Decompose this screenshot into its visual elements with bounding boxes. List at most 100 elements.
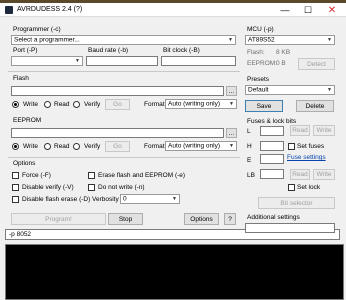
mcu-eeprom-label: EEPROM: <box>247 60 277 67</box>
eeprom-go-button[interactable]: Go <box>105 141 130 152</box>
eeprom-read-label: Read <box>54 143 70 150</box>
window-title: AVRDUDESS 2.4 (?) <box>17 6 83 13</box>
flash-browse-button[interactable]: ... <box>226 86 237 96</box>
flash-format-select[interactable]: Auto (writing only) ▼ <box>165 99 237 109</box>
set-fuses-label: Set fuses <box>297 143 325 150</box>
eeprom-browse-button[interactable]: ... <box>226 128 237 138</box>
flash-label: Flash <box>13 75 29 82</box>
port-select[interactable]: ▼ <box>11 56 83 66</box>
fuses-read-button[interactable]: Read <box>290 125 310 136</box>
chevron-down-icon: ▼ <box>327 37 332 43</box>
minimize-icon[interactable]: — <box>276 3 294 17</box>
lock-write-button[interactable]: Write <box>313 169 335 180</box>
eeprom-format-value: Auto (writing only) <box>168 142 221 150</box>
lock-bits-input[interactable] <box>260 169 284 179</box>
disable-flash-erase-label: Disable flash erase (-D) <box>22 196 91 203</box>
output-console[interactable] <box>5 244 344 300</box>
eeprom-verify-radio[interactable] <box>73 143 80 150</box>
chevron-down-icon: ▼ <box>229 143 234 149</box>
set-fuses-checkbox[interactable] <box>288 143 295 150</box>
do-not-write-label: Do not write (-n) <box>98 184 145 191</box>
maximize-icon[interactable]: ☐ <box>299 3 317 17</box>
flash-file-input[interactable] <box>11 86 224 96</box>
presets-label: Presets <box>247 76 270 83</box>
additional-settings-input[interactable] <box>245 223 335 233</box>
eeprom-label: EEPROM <box>13 117 42 124</box>
fuse-e-label: E <box>247 157 252 164</box>
flash-write-radio[interactable] <box>12 101 19 108</box>
baud-rate-label: Baud rate (-b) <box>88 47 129 54</box>
bit-clock-input[interactable] <box>161 56 236 66</box>
additional-settings-label: Additional settings <box>247 214 300 221</box>
options-label: Options <box>13 160 36 167</box>
erase-flash-eeprom-checkbox[interactable] <box>88 172 95 179</box>
delete-preset-button[interactable]: Delete <box>296 100 334 112</box>
programmer-label: Programmer (-c) <box>13 26 61 33</box>
divider <box>8 71 240 72</box>
disable-flash-erase-checkbox[interactable] <box>12 196 19 203</box>
eeprom-format-select[interactable]: Auto (writing only) ▼ <box>165 141 237 151</box>
chevron-down-icon: ▼ <box>229 101 234 107</box>
programmer-select-value: Select a programmer... <box>14 36 80 44</box>
presets-select-value: Default <box>248 86 269 94</box>
eeprom-read-radio[interactable] <box>44 143 51 150</box>
flash-read-radio[interactable] <box>44 101 51 108</box>
verbosity-label: Verbosity <box>92 196 119 203</box>
flash-go-button[interactable]: Go <box>105 99 130 110</box>
do-not-write-checkbox[interactable] <box>88 184 95 191</box>
save-preset-button[interactable]: Save <box>245 100 283 112</box>
mcu-eeprom-value: 0 B <box>276 60 286 67</box>
fuse-l-label: L <box>247 128 251 135</box>
fuse-settings-link[interactable]: Fuse settings <box>287 154 326 161</box>
disable-verify-checkbox[interactable] <box>12 184 19 191</box>
fuse-h-input[interactable] <box>260 141 284 151</box>
eeprom-format-label: Format <box>144 143 165 150</box>
fuse-h-label: H <box>247 143 252 150</box>
eeprom-write-label: Write <box>23 143 39 150</box>
fuses-write-button[interactable]: Write <box>313 125 335 136</box>
presets-select[interactable]: Default ▼ <box>245 85 335 95</box>
bit-clock-label: Bit clock (-B) <box>163 47 200 54</box>
program-button[interactable]: Program! <box>11 213 106 225</box>
detect-button[interactable]: Detect <box>298 58 335 70</box>
flash-write-label: Write <box>23 101 39 108</box>
programmer-select[interactable]: Select a programmer... ▼ <box>11 35 236 45</box>
eeprom-write-radio[interactable] <box>12 143 19 150</box>
mcu-flash-value: 8 KB <box>276 49 291 56</box>
flash-read-label: Read <box>54 101 70 108</box>
options-button[interactable]: Options <box>184 213 219 225</box>
mcu-label: MCU (-p) <box>247 26 274 33</box>
chevron-down-icon: ▼ <box>172 196 177 202</box>
chevron-down-icon: ▼ <box>75 58 80 64</box>
eeprom-verify-label: Verify <box>84 143 101 150</box>
bit-selector-button[interactable]: Bit selector <box>258 197 335 209</box>
fuses-label: Fuses & lock bits <box>247 118 297 125</box>
baud-rate-input[interactable] <box>86 56 158 66</box>
eeprom-file-input[interactable] <box>11 128 224 138</box>
close-icon[interactable]: ✕ <box>323 3 341 17</box>
divider <box>8 157 240 158</box>
fuse-l-input[interactable] <box>260 126 284 136</box>
flash-verify-radio[interactable] <box>73 101 80 108</box>
disable-verify-label: Disable verify (-V) <box>22 184 74 191</box>
verbosity-value: 0 <box>123 195 127 203</box>
set-lock-checkbox[interactable] <box>288 184 295 191</box>
mcu-select[interactable]: AT89S52 ▼ <box>245 35 335 45</box>
flash-format-value: Auto (writing only) <box>168 100 221 108</box>
force-checkbox[interactable] <box>12 172 19 179</box>
lock-read-button[interactable]: Read <box>290 169 310 180</box>
fuse-e-input[interactable] <box>260 154 284 164</box>
chevron-down-icon: ▼ <box>228 37 233 43</box>
mcu-flash-label: Flash: <box>247 49 265 56</box>
verbosity-select[interactable]: 0 ▼ <box>120 194 180 204</box>
force-label: Force (-F) <box>22 172 51 179</box>
fuse-lb-label: LB <box>247 172 255 179</box>
port-label: Port (-P) <box>13 47 38 54</box>
flash-verify-label: Verify <box>84 101 101 108</box>
flash-format-label: Format <box>144 101 165 108</box>
help-button[interactable]: ? <box>224 213 236 225</box>
mcu-select-value: AT89S52 <box>248 36 275 44</box>
erase-flash-eeprom-label: Erase flash and EEPROM (-e) <box>98 172 186 179</box>
chevron-down-icon: ▼ <box>327 87 332 93</box>
stop-button[interactable]: Stop <box>108 213 143 225</box>
